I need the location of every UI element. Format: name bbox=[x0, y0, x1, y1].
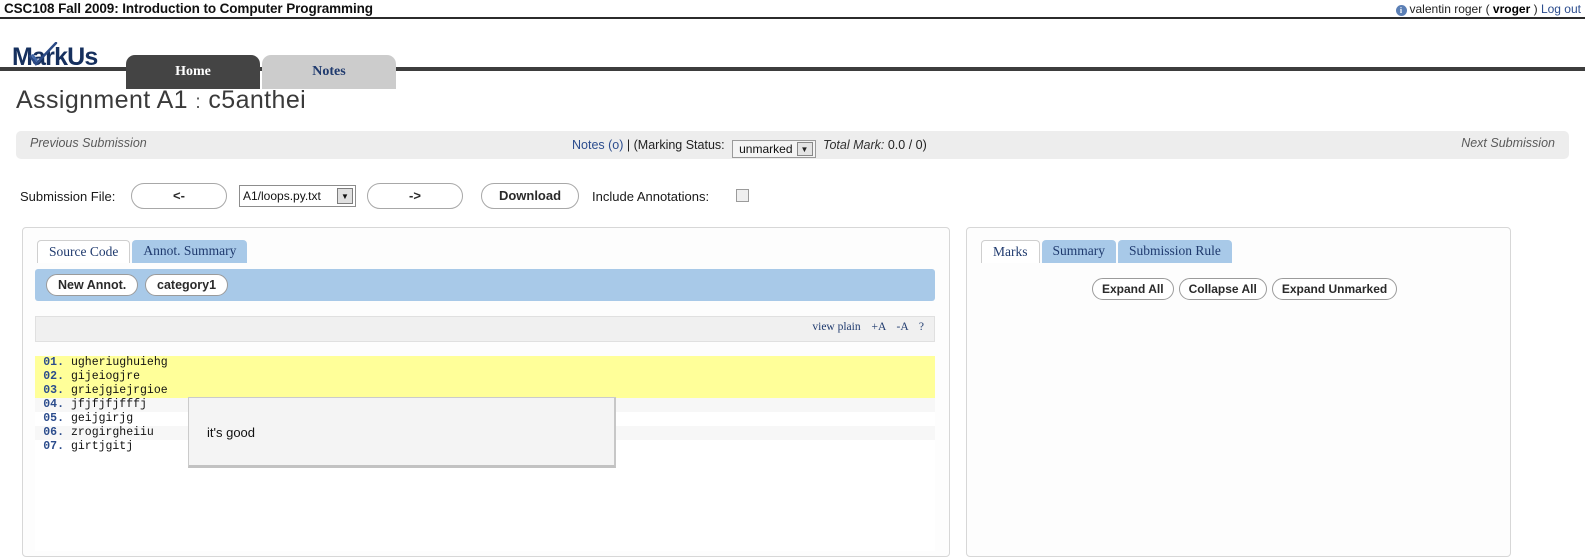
code-line[interactable]: 03. griejgiejrgioe bbox=[35, 384, 935, 398]
tab-marks[interactable]: Marks bbox=[981, 240, 1040, 263]
nav-tab-notes[interactable]: Notes bbox=[262, 55, 396, 89]
user-login-id: vroger bbox=[1492, 2, 1531, 16]
tab-submission-rule[interactable]: Submission Rule bbox=[1118, 240, 1232, 263]
annotation-tooltip-text: it's good bbox=[207, 425, 256, 440]
total-mark-value: 0.0 / 0) bbox=[887, 138, 927, 152]
line-number: 05. bbox=[43, 412, 64, 425]
file-select[interactable]: A1/loops.py.txt ▼ bbox=[239, 185, 356, 207]
annotation-toolbar: New Annot. category1 bbox=[35, 269, 935, 301]
course-title: CSC108 Fall 2009: Introduction to Comput… bbox=[4, 1, 373, 16]
tab-summary[interactable]: Summary bbox=[1041, 240, 1116, 263]
submission-file-label: Submission File: bbox=[20, 189, 116, 204]
line-number: 07. bbox=[43, 440, 64, 453]
paren-close: ) bbox=[1533, 2, 1538, 16]
marking-status-select[interactable]: unmarked ▼ bbox=[732, 140, 816, 158]
previous-submission-link[interactable]: Previous Submission bbox=[30, 136, 147, 150]
annotation-tooltip: it's good bbox=[188, 397, 616, 468]
decrease-font-link[interactable]: -A bbox=[897, 321, 909, 333]
line-text: girtjgitj bbox=[71, 440, 134, 453]
user-display-name: valentin roger bbox=[1409, 2, 1483, 16]
line-number: 04. bbox=[43, 398, 64, 411]
source-code-panel: Source Code Annot. Summary New Annot. cat… bbox=[22, 227, 950, 557]
checkmark-icon bbox=[28, 42, 58, 66]
marks-action-buttons: Expand All Collapse All Expand Unmarked bbox=[1092, 278, 1402, 300]
logout-link[interactable]: Log out bbox=[1541, 2, 1581, 16]
view-options: view plain +A -A ? bbox=[804, 321, 924, 333]
file-select-value: A1/loops.py.txt bbox=[243, 189, 321, 203]
marks-panel: Marks Summary Submission Rule Expand All Co… bbox=[966, 227, 1511, 557]
main-nav-tabs: Home Notes bbox=[126, 55, 396, 89]
expand-unmarked-button[interactable]: Expand Unmarked bbox=[1271, 278, 1398, 300]
tab-source-code[interactable]: Source Code bbox=[37, 240, 131, 263]
next-submission-link[interactable]: Next Submission bbox=[1461, 136, 1555, 150]
line-number: 06. bbox=[43, 426, 64, 439]
tab-annot-summary[interactable]: Annot. Summary bbox=[132, 240, 248, 263]
notes-link[interactable]: Notes (o) bbox=[572, 138, 623, 152]
help-link[interactable]: ? bbox=[919, 321, 924, 333]
annotation-category-button[interactable]: category1 bbox=[145, 274, 229, 296]
right-panel-tabs: Marks Summary Submission Rule bbox=[981, 240, 1232, 263]
line-number: 01. bbox=[43, 356, 64, 369]
code-view-toolbar: view plain +A -A ? bbox=[35, 316, 935, 342]
chevron-down-icon[interactable]: ▼ bbox=[337, 188, 353, 204]
line-text: jfjfjfjfffj bbox=[71, 398, 147, 411]
nav-tab-home[interactable]: Home bbox=[126, 55, 260, 89]
line-number: 02. bbox=[43, 370, 64, 383]
page-title: Assignment A1 : c5anthei bbox=[16, 86, 306, 115]
code-line[interactable]: 02. gijeiogjre bbox=[35, 370, 935, 384]
left-panel-tabs: Source Code Annot. Summary bbox=[37, 240, 248, 263]
next-file-button[interactable]: -> bbox=[367, 183, 463, 209]
marking-status-value: unmarked bbox=[739, 142, 793, 156]
line-text: gijeiogjre bbox=[71, 370, 141, 383]
assignment-name: Assignment A1 bbox=[16, 86, 188, 114]
nav-band: MarkUs Home Notes bbox=[0, 19, 1585, 89]
markus-logo: MarkUs bbox=[12, 42, 98, 70]
line-text: ugheriughuiehg bbox=[71, 356, 168, 369]
expand-all-button[interactable]: Expand All bbox=[1092, 278, 1174, 300]
code-line[interactable]: 01. ugheriughuiehg bbox=[35, 356, 935, 370]
pipe-separator: | bbox=[626, 138, 631, 152]
marking-status-label: (Marking Status: bbox=[633, 138, 725, 152]
line-text: griejgiejrgioe bbox=[71, 384, 168, 397]
course-bar: CSC108 Fall 2009: Introduction to Comput… bbox=[0, 0, 1585, 19]
submission-info-bar: Previous Submission Notes (o) | (Marking… bbox=[16, 131, 1569, 159]
submission-file-row: Submission File: <- A1/loops.py.txt ▼ -> … bbox=[0, 183, 1585, 213]
paren-open: ( bbox=[1485, 2, 1490, 16]
collapse-all-button[interactable]: Collapse All bbox=[1178, 278, 1267, 300]
group-name: c5anthei bbox=[208, 86, 307, 114]
total-mark-label: Total Mark: bbox=[822, 138, 885, 152]
increase-font-link[interactable]: +A bbox=[871, 321, 885, 333]
include-annotations-label: Include Annotations: bbox=[592, 189, 710, 204]
logo-initial: M bbox=[12, 42, 58, 70]
previous-file-button[interactable]: <- bbox=[131, 183, 227, 209]
info-icon: i bbox=[1395, 5, 1407, 16]
download-button[interactable]: Download bbox=[481, 183, 579, 209]
line-text: geijgirjg bbox=[71, 412, 134, 425]
new-annotation-button[interactable]: New Annot. bbox=[46, 274, 139, 296]
marking-status-group: Notes (o) | (Marking Status: unmarked ▼ T… bbox=[572, 138, 927, 158]
view-plain-link[interactable]: view plain bbox=[812, 321, 860, 333]
user-info-block: i valentin roger ( vroger ) Log out bbox=[1395, 2, 1581, 16]
include-annotations-checkbox[interactable] bbox=[736, 189, 749, 202]
line-number: 03. bbox=[43, 384, 64, 397]
chevron-down-icon[interactable]: ▼ bbox=[796, 142, 813, 156]
title-separator: : bbox=[195, 92, 202, 113]
line-text: zrogirgheiiu bbox=[71, 426, 154, 439]
